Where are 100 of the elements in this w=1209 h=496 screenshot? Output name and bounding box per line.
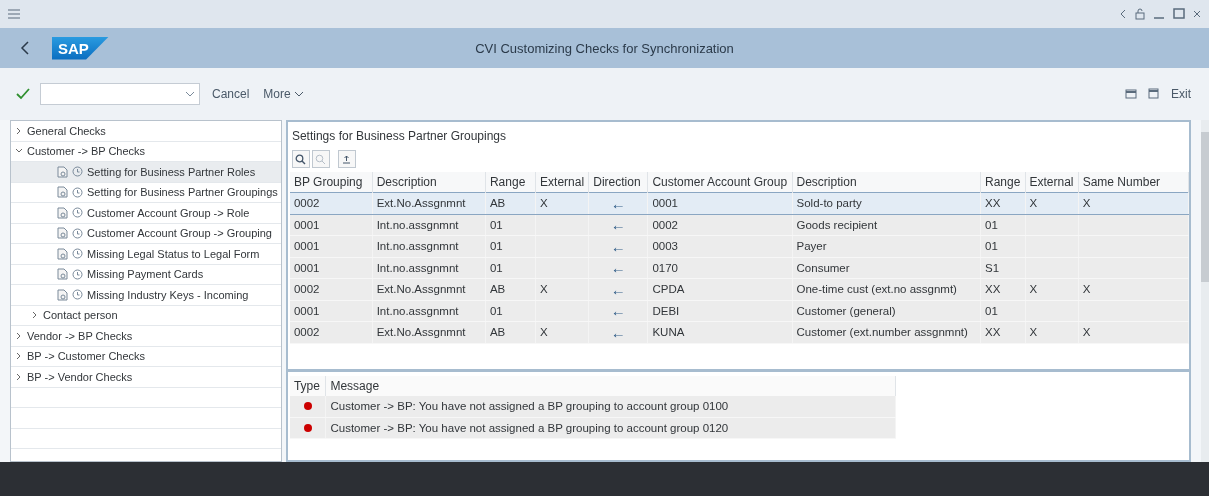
tree-item[interactable]: Customer Account Group -> Grouping: [11, 223, 281, 244]
table-cell: Payer: [792, 235, 981, 257]
clock-icon: [72, 186, 83, 198]
column-header[interactable]: External: [535, 172, 589, 193]
tree-item-label: Customer Account Group -> Grouping: [87, 227, 272, 240]
table-cell: One-time cust (ext.no assgnmt): [792, 278, 981, 300]
clock-icon: [72, 166, 83, 178]
table-cell: 0001: [289, 214, 373, 236]
export-icon: [341, 153, 353, 165]
export-button[interactable]: [337, 150, 356, 168]
document-icon: [57, 247, 68, 260]
collapse-chevron-icon[interactable]: [15, 126, 23, 135]
table-cell: 0002: [289, 321, 373, 343]
table-cell: 0001: [289, 235, 373, 257]
command-field[interactable]: [40, 83, 200, 105]
direction-cell: ←: [588, 192, 648, 214]
table-cell: Ext.No.Assgnmnt: [372, 192, 486, 214]
tree-item[interactable]: Setting for Business Partner Roles: [11, 162, 281, 183]
column-header[interactable]: Description: [372, 172, 486, 193]
search-icon: [315, 153, 327, 165]
message-text: Customer -> BP: You have not assigned a BP grouping to account group 0100: [325, 396, 896, 417]
tree-item[interactable]: Missing Payment Cards: [11, 264, 281, 285]
clock-icon: [72, 227, 83, 239]
table-cell: X: [1078, 192, 1189, 214]
clock-icon: [72, 248, 83, 260]
column-header[interactable]: BP Grouping: [289, 172, 373, 193]
table-cell: X: [1025, 192, 1079, 214]
table-cell: Customer (ext.number assgnmnt): [792, 321, 981, 343]
table-cell: 0001: [289, 257, 373, 279]
tree-item[interactable]: BP -> Customer Checks: [11, 346, 281, 367]
tree-item[interactable]: Missing Legal Status to Legal Form: [11, 244, 281, 265]
document-icon: [57, 227, 68, 240]
tree-item[interactable]: General Checks: [11, 121, 281, 142]
tree-item-label: BP -> Vendor Checks: [27, 370, 133, 383]
tree-item[interactable]: BP -> Vendor Checks: [11, 367, 281, 388]
table-cell: 0002: [289, 192, 373, 214]
tree-item-label: Missing Industry Keys - Incoming: [87, 288, 249, 301]
toolbar-button[interactable]: More: [261, 85, 306, 103]
column-header[interactable]: Same Number: [1078, 172, 1189, 193]
scrollbar[interactable]: [1201, 120, 1209, 462]
table-cell: Sold-to party: [792, 192, 981, 214]
maximize-icon[interactable]: [1173, 8, 1185, 20]
logo: SAP: [52, 36, 109, 60]
window-icon[interactable]: [1147, 88, 1159, 100]
collapse-chevron-icon[interactable]: [15, 331, 23, 340]
checkmark-icon[interactable]: [16, 88, 30, 100]
clock-icon: [72, 268, 83, 280]
tree-item[interactable]: Contact person: [11, 305, 281, 326]
table-cell: Customer (general): [792, 300, 981, 322]
back-chevron-icon[interactable]: [1119, 9, 1127, 19]
search-icon: [295, 153, 307, 165]
window-title: CVI Customizing Checks for Synchronization: [475, 40, 734, 56]
column-header[interactable]: Message: [325, 376, 896, 396]
tree-item[interactable]: Customer Account Group -> Role: [11, 203, 281, 224]
column-header[interactable]: Range: [485, 172, 536, 193]
table-cell: XX: [980, 192, 1025, 214]
column-header[interactable]: External: [1025, 172, 1079, 193]
tree-item[interactable]: Missing Industry Keys - Incoming: [11, 285, 281, 306]
document-icon: [57, 206, 68, 219]
column-header[interactable]: Customer Account Group: [647, 172, 793, 193]
tree-item[interactable]: Setting for Business Partner Groupings: [11, 182, 281, 203]
close-icon[interactable]: [1193, 9, 1201, 19]
collapse-chevron-icon[interactable]: [15, 372, 23, 381]
column-header[interactable]: Direction: [588, 172, 648, 193]
tree-item-label: General Checks: [27, 124, 106, 137]
exit-button[interactable]: Exit: [1169, 85, 1193, 103]
table-cell: 0001: [289, 300, 373, 322]
document-icon: [57, 165, 68, 178]
lock-icon[interactable]: [1135, 8, 1145, 20]
column-header[interactable]: Range: [980, 172, 1025, 193]
tree-item-label: Setting for Business Partner Groupings: [87, 186, 278, 199]
document-icon: [57, 288, 68, 301]
tree-item-label: Customer Account Group -> Role: [87, 206, 250, 219]
tree-item-label: Vendor -> BP Checks: [27, 329, 133, 342]
column-header[interactable]: Type: [289, 376, 326, 396]
dropdown-icon[interactable]: [185, 91, 195, 97]
search-button[interactable]: [291, 150, 310, 168]
table-cell: Goods recipient: [792, 214, 981, 236]
collapse-chevron-icon[interactable]: [15, 352, 23, 361]
table-cell: AB: [485, 192, 536, 214]
tree-item-label: Missing Payment Cards: [87, 268, 204, 281]
document-icon: [57, 268, 68, 281]
dropdown-icon: [293, 91, 304, 97]
collapse-chevron-icon[interactable]: [31, 311, 39, 320]
window-icon[interactable]: [1125, 88, 1137, 100]
table-cell: 0002: [289, 278, 373, 300]
panel-title: Settings for Business Partner Groupings: [291, 129, 507, 143]
column-header[interactable]: Description: [792, 172, 981, 193]
message-text: Customer -> BP: You have not assigned a BP grouping to account group 0120: [325, 417, 896, 439]
toolbar-button[interactable]: Cancel: [210, 85, 252, 103]
table-cell: X: [535, 192, 589, 214]
back-icon[interactable]: [20, 41, 30, 55]
tree-item[interactable]: Vendor -> BP Checks: [11, 326, 281, 347]
document-icon: [57, 186, 68, 199]
clock-icon: [72, 207, 83, 219]
table-cell: Consumer: [792, 257, 981, 279]
tree-item-label: BP -> Customer Checks: [27, 350, 146, 363]
clock-icon: [72, 289, 83, 301]
tree-item-label: Setting for Business Partner Roles: [87, 165, 256, 178]
table-cell: 0001: [647, 192, 793, 214]
